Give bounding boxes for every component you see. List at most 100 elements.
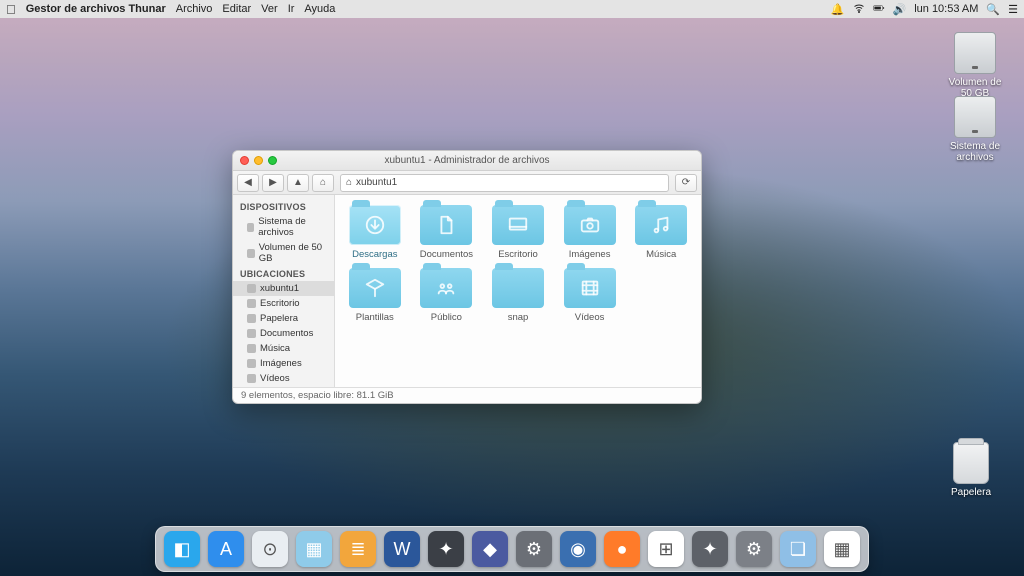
dock-apps[interactable]: ⊞ [648, 531, 684, 567]
folder-public[interactable]: Público [413, 268, 481, 323]
sb-pictures[interactable]: Imágenes [233, 356, 334, 371]
sidebar-item-label: Música [260, 343, 290, 354]
sb-volume[interactable]: Volumen de 50 GB [233, 240, 334, 266]
search-icon[interactable]: 🔍 [986, 3, 1000, 16]
dock-finder[interactable]: ◧ [164, 531, 200, 567]
dock-windows[interactable]: ❏ [780, 531, 816, 567]
folder-documents[interactable]: Documentos [413, 205, 481, 260]
menu-ir[interactable]: Ir [288, 3, 295, 15]
camera-glyph-icon [564, 205, 616, 245]
location-bar[interactable]: ⌂ xubuntu1 [340, 174, 669, 192]
desktop-trash[interactable]: Papelera [936, 442, 1006, 498]
dock-gear[interactable]: ✦ [692, 531, 728, 567]
sidebar-item-icon [247, 344, 256, 353]
folder-icon [564, 205, 616, 245]
sb-filesystem[interactable]: Sistema de archivos [233, 214, 334, 240]
folder-icon [564, 268, 616, 308]
apple-menu-icon[interactable]:  [6, 3, 16, 16]
sidebar-item-icon [247, 284, 256, 293]
battery-icon[interactable] [873, 2, 885, 17]
close-button[interactable] [240, 156, 249, 165]
folder-icon [492, 205, 544, 245]
menu-archivo[interactable]: Archivo [176, 3, 213, 15]
dock-settings[interactable]: ⚙ [516, 531, 552, 567]
sb-trash[interactable]: Papelera [233, 311, 334, 326]
sb-music[interactable]: Música [233, 341, 334, 356]
status-text: 9 elementos, espacio libre: 81.1 GiB [241, 390, 394, 401]
desktop-filesystem-drive[interactable]: Sistema de archivos [940, 96, 1010, 163]
folder-snap[interactable]: snap [484, 268, 552, 323]
sidebar-item-label: Escritorio [260, 298, 300, 309]
sidebar-item-label: Documentos [260, 328, 313, 339]
folder-music[interactable]: Música [627, 205, 695, 260]
dock-word[interactable]: W [384, 531, 420, 567]
dock-safari[interactable]: ⊙ [252, 531, 288, 567]
maximize-button[interactable] [268, 156, 277, 165]
nav-back-button[interactable]: ◀ [237, 174, 259, 192]
folder-content[interactable]: Descargas DocumentosEscritorio ImágenesMús… [335, 195, 701, 387]
dock-software[interactable]: ▦ [824, 531, 860, 567]
dock-photos[interactable]: ▦ [296, 531, 332, 567]
desktop-icon-label: Sistema de archivos [940, 141, 1010, 163]
sidebar-item-label: Papelera [260, 313, 298, 324]
notifications-icon[interactable]: 🔔 [831, 3, 845, 16]
dock-system[interactable]: ⚙ [736, 531, 772, 567]
sb-videos[interactable]: Vídeos [233, 371, 334, 386]
folder-icon [349, 205, 401, 245]
drive-icon [954, 96, 996, 138]
folder-templates[interactable]: Plantillas [341, 268, 409, 323]
location-label: xubuntu1 [356, 177, 397, 188]
sb-desktop[interactable]: Escritorio [233, 296, 334, 311]
nav-forward-button[interactable]: ▶ [262, 174, 284, 192]
dock-epiphany[interactable]: ◉ [560, 531, 596, 567]
nav-up-button[interactable]: ▲ [287, 174, 309, 192]
template-glyph-icon [349, 268, 401, 308]
home-icon: ⌂ [346, 177, 352, 188]
menu-editar[interactable]: Editar [222, 3, 251, 15]
desktop-volume-drive[interactable]: Volumen de 50 GB [940, 32, 1010, 99]
folder-label: Escritorio [484, 249, 552, 260]
folder-desktop[interactable]: Escritorio [484, 205, 552, 260]
nav-home-button[interactable]: ⌂ [312, 174, 334, 192]
desktop-icon-label: Papelera [936, 487, 1006, 498]
menu-ayuda[interactable]: Ayuda [304, 3, 335, 15]
sidebar-item-icon [247, 299, 256, 308]
folder-icon [420, 268, 472, 308]
window-titlebar[interactable]: xubuntu1 - Administrador de archivos [233, 151, 701, 171]
sidebar-item-label: Volumen de 50 GB [259, 242, 327, 264]
volume-icon[interactable]: 🔊 [893, 3, 907, 16]
window-toolbar: ◀ ▶ ▲ ⌂ ⌂ xubuntu1 ⟳ [233, 171, 701, 195]
folder-pictures[interactable]: Imágenes [556, 205, 624, 260]
folder-videos[interactable]: Vídeos [556, 268, 624, 323]
drive-icon [954, 32, 996, 74]
file-manager-window: xubuntu1 - Administrador de archivos ◀ ▶… [232, 150, 702, 404]
dock-imovie[interactable]: ✦ [428, 531, 464, 567]
menubar-app-name[interactable]: Gestor de archivos Thunar [26, 3, 166, 15]
reload-button[interactable]: ⟳ [675, 174, 697, 192]
sidebar-item-icon [247, 329, 256, 338]
dock-appstore[interactable]: A [208, 531, 244, 567]
doc-glyph-icon [420, 205, 472, 245]
dock-firefox[interactable]: ● [604, 531, 640, 567]
folder-icon [420, 205, 472, 245]
folder-label: Público [413, 312, 481, 323]
dock-inkscape[interactable]: ◆ [472, 531, 508, 567]
sidebar-group-header: DISPOSITIVOS [233, 199, 334, 214]
sidebar-item-icon [247, 223, 254, 232]
wifi-icon[interactable] [853, 2, 865, 17]
minimize-button[interactable] [254, 156, 263, 165]
dock: ◧A⊙▦≣W✦◆⚙◉●⊞✦⚙❏▦ [155, 526, 869, 572]
clock[interactable]: lun 10:53 AM [914, 3, 978, 15]
folder-label: Música [627, 249, 695, 260]
menu-icon[interactable]: ☰ [1008, 3, 1018, 16]
folder-downloads[interactable]: Descargas [341, 205, 409, 260]
folder-icon [349, 268, 401, 308]
dock-notes[interactable]: ≣ [340, 531, 376, 567]
sidebar: DISPOSITIVOSSistema de archivosVolumen d… [233, 195, 335, 387]
sb-documents[interactable]: Documentos [233, 326, 334, 341]
menu-ver[interactable]: Ver [261, 3, 278, 15]
sb-home[interactable]: xubuntu1 [233, 281, 334, 296]
folder-label: Documentos [413, 249, 481, 260]
sidebar-item-icon [247, 374, 256, 383]
window-title: xubuntu1 - Administrador de archivos [233, 155, 701, 166]
